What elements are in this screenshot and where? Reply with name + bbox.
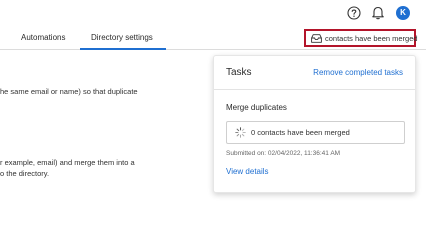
divider (214, 89, 415, 90)
tasks-panel: Tasks Remove completed tasks Merge dupli… (213, 55, 416, 193)
bell-icon[interactable] (371, 5, 385, 20)
merge-status-label: contacts have been merged (325, 33, 418, 43)
remove-completed-tasks-link[interactable]: Remove completed tasks (313, 68, 403, 77)
tab-automations[interactable]: Automations (21, 33, 65, 42)
settings-description-line: o the directory. (0, 169, 50, 178)
avatar[interactable]: K (396, 6, 410, 20)
settings-description-line: r example, email) and merge them into a (0, 158, 135, 167)
inbox-tray-icon (311, 33, 322, 43)
active-tab-indicator (80, 48, 166, 50)
task-status-card: 0 contacts have been merged (226, 121, 405, 144)
view-details-link[interactable]: View details (226, 167, 269, 176)
task-status-text: 0 contacts have been merged (251, 128, 350, 137)
question-circle-icon[interactable] (347, 6, 361, 20)
top-header: K (0, 0, 426, 27)
merge-status-button[interactable]: contacts have been merged (304, 29, 418, 47)
settings-description-line: he same email or name) so that duplicate (0, 87, 138, 96)
spinner-icon (235, 127, 246, 138)
task-name: Merge duplicates (226, 103, 287, 112)
task-submitted-timestamp: Submitted on: 02/04/2022, 11:36:41 AM (226, 150, 341, 157)
tasks-panel-title: Tasks (226, 67, 252, 78)
tab-directory-settings[interactable]: Directory settings (91, 33, 153, 42)
